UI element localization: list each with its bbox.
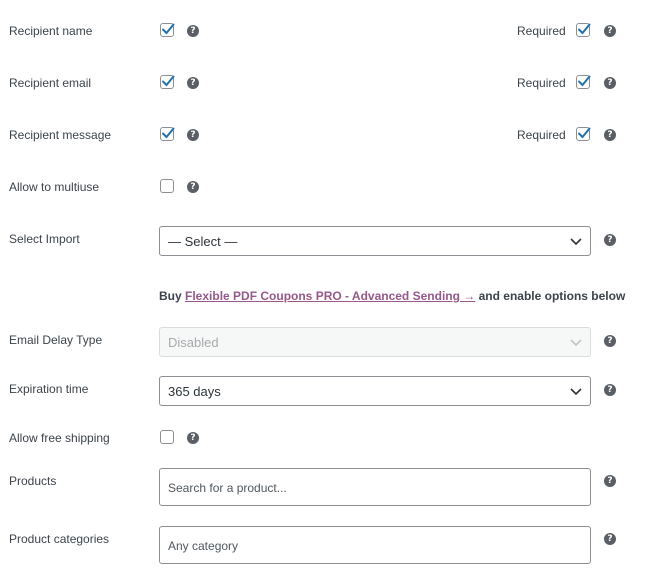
recipient-message-required-checkbox[interactable]	[576, 127, 591, 141]
help-circle-icon[interactable]: ?	[187, 77, 199, 89]
chevron-down-icon	[570, 388, 582, 396]
help-circle-icon[interactable]: ?	[604, 475, 616, 487]
email-delay-type-value: Disabled	[168, 335, 219, 350]
product-categories-placeholder: Any category	[168, 539, 239, 553]
help-circle-icon[interactable]: ?	[187, 432, 199, 444]
pro-upsell-link[interactable]: Flexible PDF Coupons PRO - Advanced Send…	[185, 289, 475, 303]
select-import-dropdown[interactable]: — Select —	[159, 226, 591, 256]
select-import-value: — Select —	[168, 234, 238, 249]
products-placeholder: Search for a product...	[168, 481, 287, 495]
allow-free-shipping-label: Allow free shipping	[9, 431, 110, 445]
checkmark-icon	[162, 75, 175, 87]
help-circle-icon[interactable]: ?	[604, 25, 616, 37]
checkmark-icon	[578, 23, 591, 35]
promo-prefix: Buy	[159, 289, 182, 303]
checkmark-icon	[578, 127, 591, 139]
email-delay-type-dropdown: Disabled	[159, 327, 591, 357]
checkmark-icon	[162, 127, 175, 139]
recipient-email-checkbox[interactable]	[160, 75, 175, 89]
allow-free-shipping-checkbox[interactable]	[160, 430, 174, 444]
help-circle-icon[interactable]: ?	[187, 181, 199, 193]
products-search-input[interactable]: Search for a product...	[159, 468, 591, 506]
recipient-name-label: Recipient name	[9, 24, 93, 38]
help-circle-icon[interactable]: ?	[187, 129, 199, 141]
select-import-label: Select Import	[9, 232, 80, 246]
email-delay-type-label: Email Delay Type	[9, 333, 103, 347]
product-categories-label: Product categories	[9, 532, 110, 546]
help-circle-icon[interactable]: ?	[604, 335, 616, 347]
promo-suffix: and enable options below	[478, 289, 626, 303]
recipient-message-label: Recipient message	[9, 128, 112, 142]
pro-upsell-notice: Buy Flexible PDF Coupons PRO - Advanced …	[159, 289, 625, 303]
products-label: Products	[9, 474, 57, 488]
chevron-down-icon	[570, 339, 582, 347]
recipient-name-required-label: Required	[517, 24, 566, 38]
checkmark-icon	[578, 75, 591, 87]
recipient-email-label: Recipient email	[9, 76, 92, 90]
help-circle-icon[interactable]: ?	[187, 25, 199, 37]
allow-multiuse-label: Allow to multiuse	[9, 180, 100, 194]
recipient-message-required-label: Required	[517, 128, 566, 142]
recipient-name-required-checkbox[interactable]	[576, 23, 591, 37]
expiration-time-dropdown[interactable]: 365 days	[159, 376, 591, 406]
chevron-down-icon	[570, 238, 582, 246]
help-circle-icon[interactable]: ?	[604, 129, 616, 141]
help-circle-icon[interactable]: ?	[604, 533, 616, 545]
recipient-name-checkbox[interactable]	[160, 23, 175, 37]
recipient-message-checkbox[interactable]	[160, 127, 175, 141]
recipient-email-required-checkbox[interactable]	[576, 75, 591, 89]
checkmark-icon	[162, 23, 175, 35]
help-circle-icon[interactable]: ?	[604, 77, 616, 89]
help-circle-icon[interactable]: ?	[604, 384, 616, 396]
allow-multiuse-checkbox[interactable]	[160, 179, 174, 193]
expiration-time-value: 365 days	[168, 384, 221, 399]
help-circle-icon[interactable]: ?	[604, 234, 616, 246]
recipient-email-required-label: Required	[517, 76, 566, 90]
expiration-time-label: Expiration time	[9, 382, 89, 396]
product-categories-input[interactable]: Any category	[159, 526, 591, 564]
